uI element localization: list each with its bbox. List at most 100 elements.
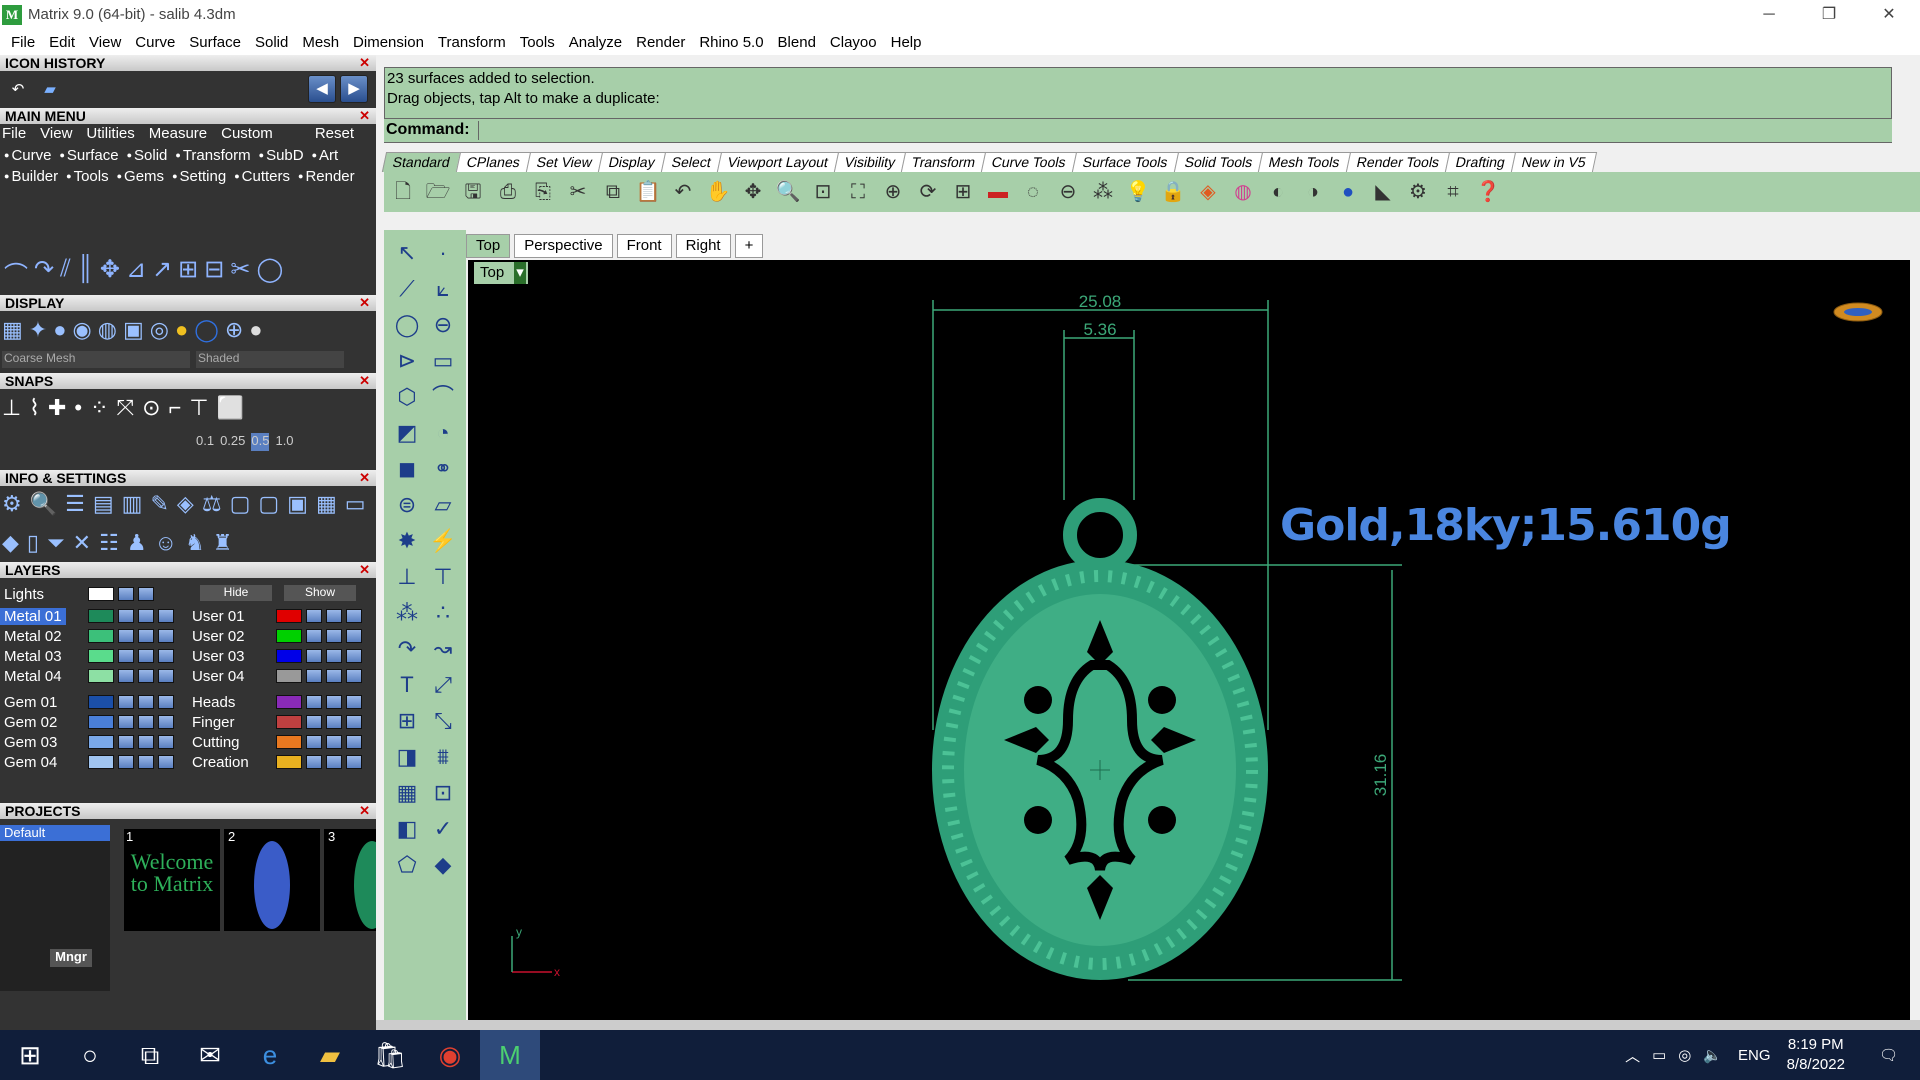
figure-icon[interactable]: ♟ <box>127 530 147 561</box>
layer-color[interactable] <box>276 669 302 683</box>
layer-row[interactable]: User 04 <box>188 667 362 685</box>
mm-cutters[interactable]: Cutters <box>234 168 290 185</box>
layer-color[interactable] <box>88 587 114 601</box>
mirror-icon[interactable]: ⊟ <box>204 255 224 293</box>
mesh-icon[interactable]: ▱ <box>428 490 458 520</box>
notifications-icon[interactable]: 🗨 <box>1879 1046 1898 1064</box>
tab-front[interactable]: Front <box>616 234 672 258</box>
layer-row[interactable]: Gem 03 <box>0 733 174 751</box>
layer-icon[interactable]: ◈ <box>1193 177 1223 207</box>
grid-icon[interactable]: ▣ <box>123 317 144 345</box>
grid-snap-icon[interactable]: ⌗ <box>1438 177 1468 207</box>
snap-value[interactable]: 1.0 <box>275 433 293 451</box>
layer-toggle[interactable] <box>326 735 342 749</box>
light-icon[interactable]: 💡 <box>1123 177 1153 207</box>
cylinder-icon[interactable]: ⊜ <box>392 490 422 520</box>
layer-row[interactable]: Metal 03 <box>0 647 174 665</box>
layer-row[interactable]: Metal 01 <box>0 607 174 625</box>
close-icon[interactable]: ✕ <box>359 803 370 819</box>
layer-toggle[interactable] <box>158 609 174 623</box>
mail-icon[interactable]: ✉ <box>180 1030 240 1080</box>
menu-analyze[interactable]: Analyze <box>562 34 629 51</box>
layer-color[interactable] <box>276 609 302 623</box>
tab-visibility[interactable]: Visibility <box>833 152 907 172</box>
paste-icon[interactable]: 📋 <box>633 177 663 207</box>
layer-toggle[interactable] <box>158 755 174 769</box>
tab-perspective[interactable]: Perspective <box>514 234 613 258</box>
layer-toggle[interactable] <box>118 695 134 709</box>
stack-icon[interactable]: ☰ <box>65 491 85 522</box>
tab-transform[interactable]: Transform <box>900 152 987 172</box>
pan-icon[interactable]: ✋ <box>703 177 733 207</box>
mm-art[interactable]: Art <box>312 147 338 164</box>
layer-color[interactable] <box>88 715 114 729</box>
layer-toggle[interactable] <box>118 715 134 729</box>
gold-sphere-icon[interactable]: ● <box>175 317 188 345</box>
snap-value[interactable]: 0.1 <box>196 433 214 451</box>
arrow-right-icon[interactable]: ▶ <box>340 75 368 103</box>
render-sphere-icon[interactable]: ◑ <box>1298 177 1328 207</box>
menu-transform[interactable]: Transform <box>431 34 513 51</box>
mm-subd[interactable]: SubD <box>259 147 304 164</box>
tab-right[interactable]: Right <box>675 234 731 258</box>
language-indicator[interactable]: ENG <box>1738 1047 1771 1064</box>
mm-view[interactable]: View <box>40 125 72 143</box>
layer-toggle[interactable] <box>306 695 322 709</box>
bend-icon[interactable]: ↗ <box>152 255 172 293</box>
maximize-button[interactable]: ❐ <box>1800 0 1858 29</box>
point-icon[interactable]: · <box>428 238 458 268</box>
snap-end-icon[interactable]: ⊥ <box>2 395 21 423</box>
rotate-view-icon[interactable]: ⟳ <box>913 177 943 207</box>
show-button[interactable]: Show <box>284 585 356 601</box>
volume-icon[interactable]: 🔈 <box>1703 1046 1722 1064</box>
globe-icon[interactable]: ◍ <box>98 317 117 345</box>
monitor-icon[interactable]: ▭ <box>345 491 366 522</box>
wire-sphere-icon[interactable]: ⊕ <box>225 317 243 345</box>
menu-edit[interactable]: Edit <box>42 34 82 51</box>
settings-icon[interactable]: ⚙ <box>2 491 22 522</box>
clock[interactable]: 8:19 PM 8/8/2022 <box>1787 1035 1845 1075</box>
tab-cplanes[interactable]: CPlanes <box>455 152 531 172</box>
layer-toggle[interactable] <box>346 629 362 643</box>
close-button[interactable]: ✕ <box>1860 0 1918 29</box>
mm-builder[interactable]: Builder <box>4 168 58 185</box>
tab-surface-tools[interactable]: Surface Tools <box>1071 152 1179 172</box>
mm-solid[interactable]: Solid <box>127 147 167 164</box>
mm-reset[interactable]: Reset <box>315 125 354 143</box>
ungroup-icon[interactable]: ∴ <box>428 598 458 628</box>
four-views-icon[interactable]: ⊞ <box>948 177 978 207</box>
layer-toggle[interactable] <box>326 695 342 709</box>
mm-tools[interactable]: Tools <box>66 168 109 185</box>
menu-rhino5[interactable]: Rhino 5.0 <box>692 34 770 51</box>
layer-toggle[interactable] <box>346 669 362 683</box>
layer-color[interactable] <box>88 649 114 663</box>
menu-view[interactable]: View <box>82 34 128 51</box>
zoom-icon[interactable]: 🔍 <box>773 177 803 207</box>
blue-sphere-icon[interactable]: ◯ <box>194 317 219 345</box>
layer-toggle[interactable] <box>138 649 154 663</box>
options-icon[interactable]: ⚙ <box>1403 177 1433 207</box>
layer-row[interactable]: User 02 <box>188 627 362 645</box>
points-icon[interactable]: ⁂ <box>1088 177 1118 207</box>
layer-color[interactable] <box>276 629 302 643</box>
trim-icon[interactable]: ✂ <box>230 255 250 293</box>
curve-icon[interactable]: ⟀ <box>428 274 458 304</box>
move-icon[interactable]: ✥ <box>100 255 120 293</box>
surface-icon[interactable]: ◩ <box>392 418 422 448</box>
mm-surface[interactable]: Surface <box>59 147 119 164</box>
blend-icon[interactable]: ↝ <box>428 634 458 664</box>
file-explorer-icon[interactable]: ▰ <box>300 1030 360 1080</box>
solid-icon[interactable]: ◨ <box>392 742 422 772</box>
car-icon[interactable]: ▬ <box>983 177 1013 207</box>
print-icon[interactable]: ⎙ <box>493 177 523 207</box>
polygon-icon[interactable]: ⬡ <box>392 382 422 412</box>
snap-quad-icon[interactable]: ⊙ <box>142 395 160 423</box>
ellipse-icon[interactable]: ⊖ <box>428 310 458 340</box>
layer-color[interactable] <box>88 629 114 643</box>
bars-icon[interactable]: ║ <box>77 255 94 293</box>
zoom-window-icon[interactable]: ⊡ <box>808 177 838 207</box>
book-icon[interactable]: ▯ <box>27 530 39 561</box>
pose-icon[interactable]: ♜ <box>213 530 233 561</box>
project-thumb-1[interactable]: Welcome to Matrix <box>124 829 220 931</box>
shade-sphere-icon[interactable]: ◐ <box>1263 177 1293 207</box>
